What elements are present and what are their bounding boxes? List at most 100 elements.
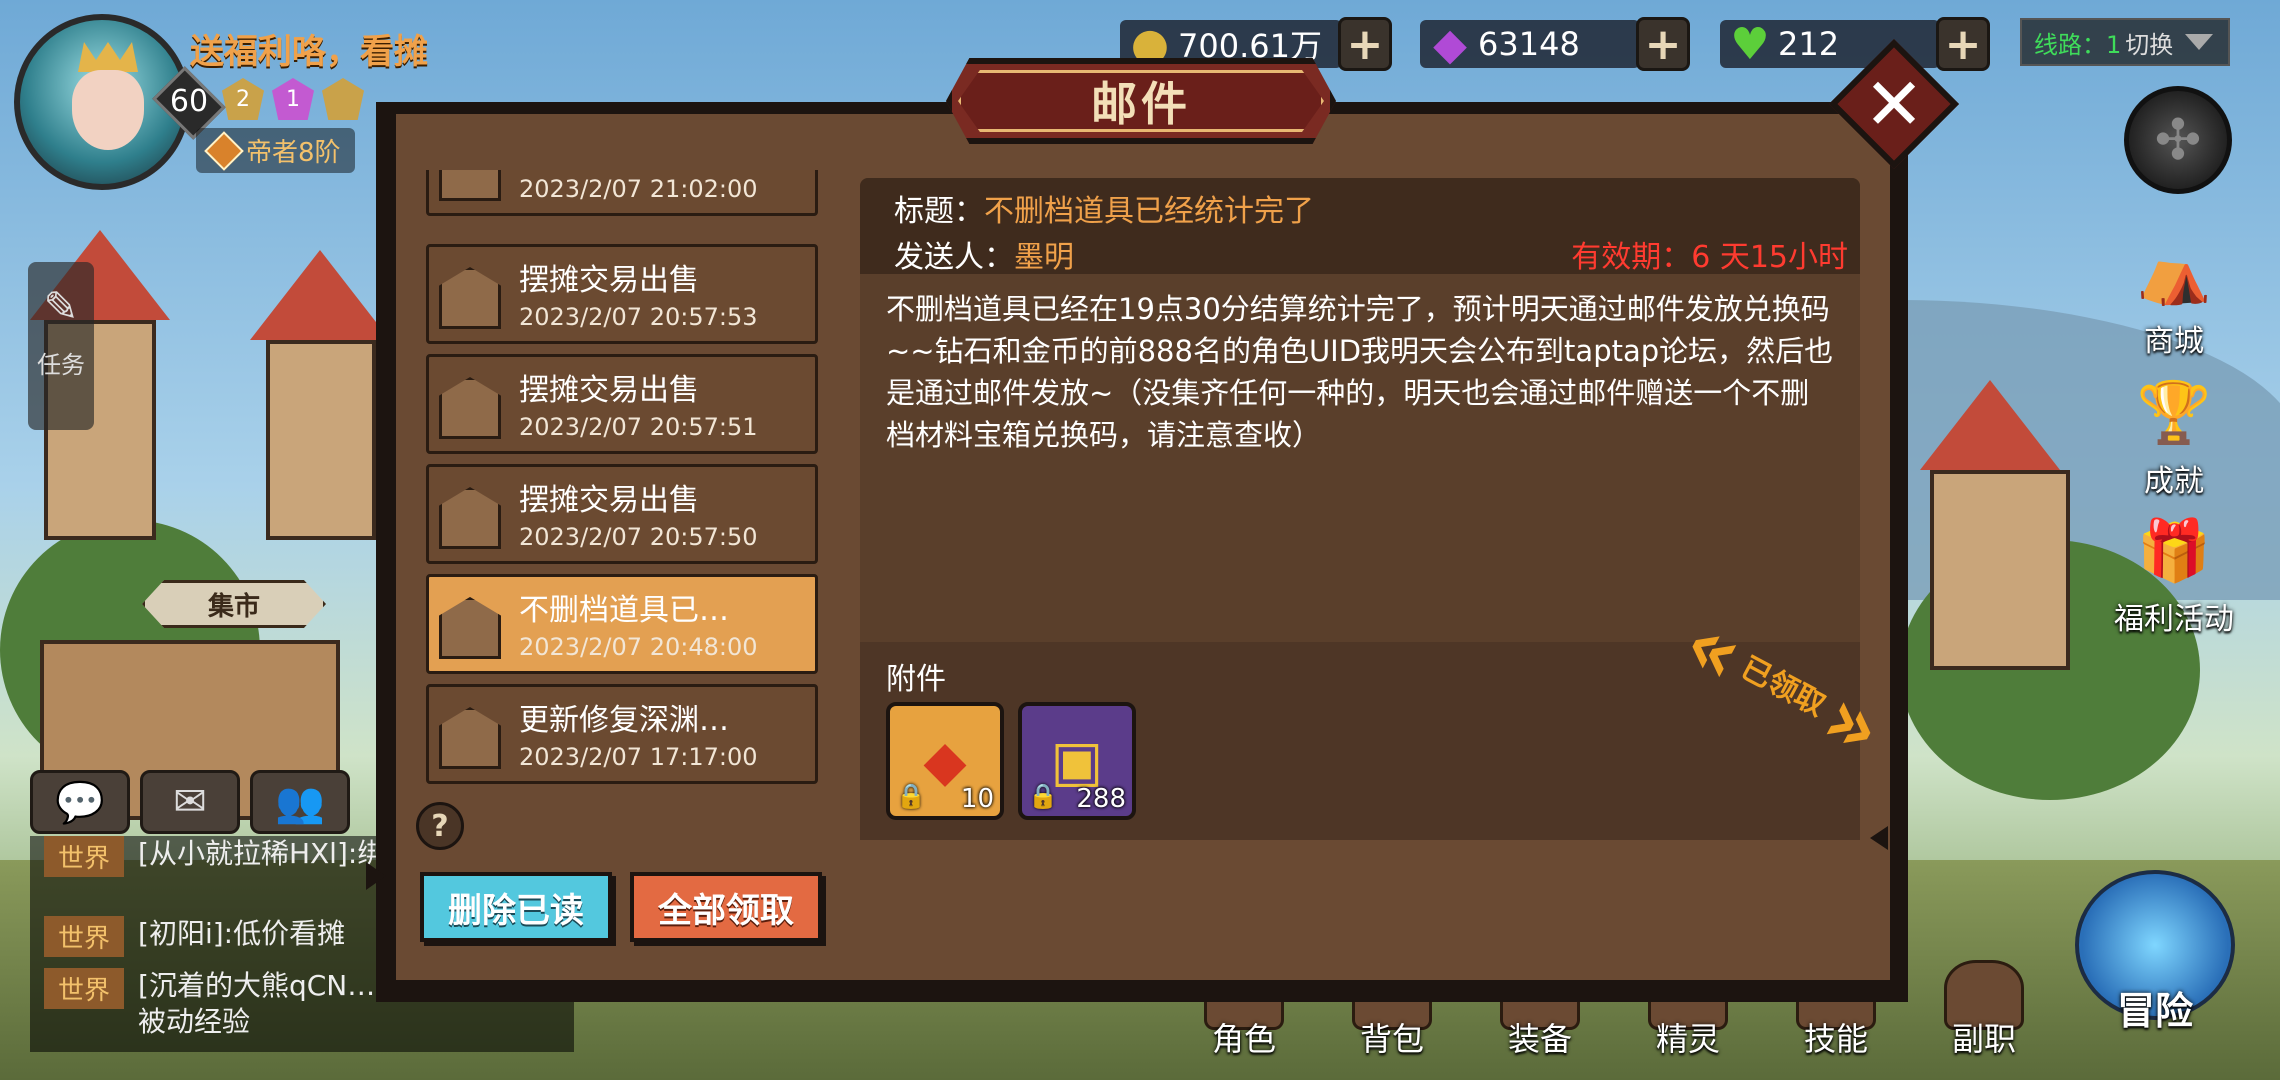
adventure-button[interactable]: 冒险 <box>2060 870 2250 1035</box>
chat-tabs: 💬 ✉ 👥 <box>30 770 350 834</box>
mail-date: 2023/2/07 20:57:50 <box>519 523 758 551</box>
crown-icon <box>78 42 138 72</box>
market-sign[interactable]: 集市 <box>142 580 326 628</box>
chat-channel-tag: 世界 <box>44 916 125 957</box>
mail-title-banner: 邮件 <box>946 58 1336 144</box>
dropdown-arrow-icon <box>2185 34 2214 50</box>
mail-subject: 摆摊交易出售 <box>519 263 699 298</box>
mail-sender-row: 发送人：墨明 <box>894 232 1074 276</box>
mail-date: 2023/2/07 17:17:00 <box>519 743 758 771</box>
mail-subject: 摆摊交易出售 <box>519 483 699 518</box>
close-icon[interactable]: ✕ <box>1848 58 1940 150</box>
nav-label: 精灵 <box>1655 1020 1720 1058</box>
nav-label: 装备 <box>1507 1020 1572 1058</box>
tower <box>266 340 376 540</box>
welfare-label: 福利活动 <box>2114 602 2234 637</box>
mail-subject: 摆摊交易出售 <box>519 373 699 408</box>
mail-icon[interactable]: ✉ <box>140 770 240 834</box>
mail-subject: 不删档道具已… <box>519 593 729 628</box>
envelope-icon <box>439 267 501 329</box>
mail-detail: 标题：不删档道具已经统计完了 发送人：墨明 有效期：6 天15小时 不删档道具已… <box>860 178 1860 840</box>
rank-label: 帝者8阶 <box>246 138 341 168</box>
claim-all-button[interactable]: 全部领取 <box>630 872 822 942</box>
mail-title-row: 标题：不删档道具已经统计完了 <box>894 186 1314 230</box>
add-gold-button[interactable]: + <box>1337 17 1392 71</box>
mail-date: 2023/2/07 20:57:53 <box>519 303 758 331</box>
nav-label: 角色 <box>1211 1020 1276 1058</box>
vip-badges: 2 1 <box>222 78 364 120</box>
line-switch-button[interactable]: 线路：1 切换 <box>2020 18 2230 66</box>
welfare-button[interactable]: 🎁 福利活动 <box>2104 500 2244 638</box>
avatar-face <box>72 70 144 150</box>
task-button[interactable]: ✎ 任务 <box>28 262 94 430</box>
mail-sender: 墨明 <box>1014 240 1074 275</box>
envelope-icon <box>439 597 501 659</box>
delete-read-button[interactable]: 删除已读 <box>420 872 612 942</box>
envelope-icon <box>439 487 501 549</box>
mail-expiry: 有效期：6 天15小时 <box>1571 240 1848 275</box>
achievement-label: 成就 <box>2144 464 2204 499</box>
friends-icon[interactable]: 👥 <box>250 770 350 834</box>
mail-list[interactable]: 2023/2/07 21:02:00 摆摊交易出售 2023/2/07 20:5… <box>416 170 828 798</box>
vip-badge-purple[interactable]: 1 <box>272 78 314 120</box>
mail-list-item[interactable]: 更新修复深渊… 2023/2/07 17:17:00 <box>426 684 818 784</box>
tower-roof <box>250 250 390 340</box>
green-heart-icon: ♥ <box>1730 18 1770 70</box>
envelope-icon <box>439 707 501 769</box>
mail-list-item-selected[interactable]: 不删档道具已… 2023/2/07 20:48:00 <box>426 574 818 674</box>
vip-badge-gold[interactable]: 2 <box>222 78 264 120</box>
player-name: 送福利咯，看摊 <box>190 32 428 72</box>
currency-gem: ◆ 63148 + <box>1420 16 1690 72</box>
task-label: 任务 <box>37 351 85 379</box>
envelope-icon <box>439 170 501 201</box>
vip-badge-extra[interactable] <box>322 78 364 120</box>
mail-sender-label: 发送人： <box>894 240 1014 275</box>
attachment-red-crystal[interactable]: ◆ 🔒 10 <box>886 702 1004 820</box>
house <box>1930 470 2070 670</box>
mail-list-item[interactable]: 2023/2/07 21:02:00 <box>426 170 818 216</box>
mail-title: 邮件 <box>1091 77 1191 131</box>
purple-gem-icon: ◆ <box>1433 18 1467 70</box>
modal-notch <box>366 862 386 890</box>
add-gem-button[interactable]: + <box>1636 17 1690 71</box>
house-roof <box>1920 380 2060 470</box>
nav-subclass[interactable]: 副职 <box>1910 960 2058 1060</box>
mail-date: 2023/2/07 21:02:00 <box>519 175 758 203</box>
achievement-button[interactable]: 🏆 成就 <box>2104 362 2244 500</box>
switch-label: 切换 <box>2125 30 2174 59</box>
mail-subject: 更新修复深渊… <box>519 703 729 738</box>
nav-label: 背包 <box>1359 1020 1424 1058</box>
shop-button[interactable]: ⛺ 商城 <box>2104 222 2244 360</box>
mail-list-item[interactable]: 摆摊交易出售 2023/2/07 20:57:51 <box>426 354 818 454</box>
help-icon[interactable]: ? <box>416 802 464 850</box>
shop-icon: ⛺ <box>2136 237 2212 308</box>
mail-date: 2023/2/07 20:48:00 <box>519 633 758 661</box>
mail-detail-header: 标题：不删档道具已经统计完了 发送人：墨明 有效期：6 天15小时 <box>860 178 1860 276</box>
add-stamina-button[interactable]: + <box>1936 17 1990 71</box>
line-label: 线路：1 <box>2034 30 2122 59</box>
rank-display[interactable]: 帝者8阶 <box>196 128 355 173</box>
attachment-count: 288 <box>1076 784 1126 814</box>
mail-date: 2023/2/07 20:57:51 <box>519 413 758 441</box>
quill-icon: ✎ <box>43 282 79 331</box>
rank-icon <box>204 130 244 171</box>
nav-label: 副职 <box>1951 1020 2016 1058</box>
adventure-label: 冒险 <box>2116 989 2193 1033</box>
attachment-count: 10 <box>960 784 994 814</box>
envelope-icon <box>439 377 501 439</box>
mail-list-item[interactable]: 摆摊交易出售 2023/2/07 20:57:53 <box>426 244 818 344</box>
attachment-gold-chest[interactable]: ▣ 🔒 288 <box>1018 702 1136 820</box>
compass-icon[interactable]: ✣ <box>2124 86 2232 194</box>
gift-icon: 🎁 <box>2136 515 2212 586</box>
trophy-icon: 🏆 <box>2136 377 2212 448</box>
chat-bubble-icon[interactable]: 💬 <box>30 770 130 834</box>
nav-label: 技能 <box>1803 1020 1868 1058</box>
mail-body: 不删档道具已经在19点30分结算统计完了，预计明天通过邮件发放兑换码~~钻石和金… <box>886 292 1834 452</box>
shop-label: 商城 <box>2144 324 2204 359</box>
mail-detail-title: 不删档道具已经统计完了 <box>984 194 1314 229</box>
mail-list-item[interactable]: 摆摊交易出售 2023/2/07 20:57:50 <box>426 464 818 564</box>
claimed-label: 已领取 <box>1734 650 1831 724</box>
modal-notch <box>1870 826 1888 850</box>
attachments-label: 附件 <box>886 662 946 697</box>
lock-icon: 🔒 <box>896 782 926 810</box>
